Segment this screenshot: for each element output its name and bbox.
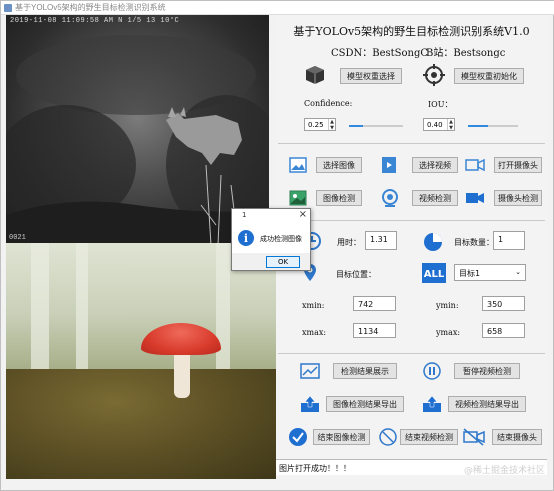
xmin-label: xmin: bbox=[302, 301, 325, 310]
select-image-button[interactable]: 选择图像 bbox=[316, 157, 362, 173]
ymin-label: ymin: bbox=[436, 301, 459, 310]
message-dialog: 1 × i 成功检测图像 OK bbox=[231, 208, 311, 271]
iou-spinbox[interactable]: 0.40 ▲ ▼ bbox=[423, 118, 455, 131]
tree-trunk bbox=[31, 243, 49, 383]
bilibili-info: B站：Bestsongc bbox=[426, 48, 506, 59]
cube-icon bbox=[304, 64, 326, 86]
xmax-label: xmax: bbox=[302, 328, 327, 337]
model-init-button[interactable]: 模型权重初始化 bbox=[454, 68, 524, 84]
time-field[interactable]: 1.31 bbox=[365, 231, 397, 250]
divider bbox=[278, 220, 545, 221]
info-icon: i bbox=[238, 230, 254, 246]
dialog-body: i 成功检测图像 bbox=[232, 223, 310, 253]
dialog-message: 成功检测图像 bbox=[260, 235, 302, 243]
camera-detect-button[interactable]: 摄像头检测 bbox=[494, 190, 542, 206]
end-video-detect-button[interactable]: 结束视频检测 bbox=[400, 429, 458, 445]
iou-slider[interactable] bbox=[468, 125, 518, 127]
end-camera-button[interactable]: 结束摄像头 bbox=[492, 429, 542, 445]
ymax-field[interactable]: 658 bbox=[482, 323, 525, 338]
chevron-down-icon[interactable]: ⌄ bbox=[515, 268, 521, 276]
upload-icon bbox=[300, 395, 320, 413]
all-icon: ALL bbox=[422, 263, 446, 283]
control-panel: 基于YOLOv5架构的野生目标检测识别系统V1.0 CSDN：BestSongC… bbox=[276, 15, 547, 479]
csdn-info: CSDN：BestSongC bbox=[331, 48, 429, 59]
confidence-slider-fill bbox=[349, 125, 363, 127]
time-label: 用时： bbox=[337, 238, 361, 247]
video-camera-icon bbox=[465, 190, 485, 206]
target-position-label: 目标位置： bbox=[336, 270, 376, 279]
status-text: 图片打开成功！！！ bbox=[279, 464, 351, 473]
target-count-field[interactable]: 1 bbox=[493, 231, 525, 250]
detection-image-view: 2019-11-08 11:09:58 AM N 1/5 13 10°C 002… bbox=[6, 15, 269, 243]
target-count-label: 目标数量： bbox=[454, 238, 494, 247]
svg-text:ALL: ALL bbox=[424, 269, 445, 280]
video-detect-button[interactable]: 视频检测 bbox=[412, 190, 458, 206]
window-title: 基于YOLOv5架构的野生目标检测识别系统 bbox=[15, 3, 166, 12]
moss-ground bbox=[6, 369, 276, 479]
spin-arrows-icon[interactable]: ▲ ▼ bbox=[447, 119, 454, 131]
stop-circle-icon bbox=[378, 427, 398, 447]
target-select-value: 目标1 bbox=[459, 269, 481, 278]
export-image-results-button[interactable]: 图像检测结果导出 bbox=[326, 396, 404, 412]
watermark-text: @稀土掘金技术社区 bbox=[463, 466, 545, 476]
tree-trunk bbox=[76, 243, 88, 383]
target-select-dropdown[interactable]: 目标1 ⌄ bbox=[454, 264, 526, 281]
image-icon bbox=[289, 157, 307, 173]
confidence-spinbox[interactable]: 0.25 ▲ ▼ bbox=[304, 118, 336, 131]
spin-arrows-icon[interactable]: ▲ ▼ bbox=[328, 119, 335, 131]
dialog-title-bar[interactable]: 1 × bbox=[232, 209, 310, 223]
select-video-button[interactable]: 选择视频 bbox=[412, 157, 458, 173]
title-bar[interactable]: 基于YOLOv5架构的野生目标检测识别系统 bbox=[1, 1, 554, 15]
check-circle-icon bbox=[288, 427, 308, 447]
confidence-value: 0.25 bbox=[308, 121, 324, 129]
xmax-field[interactable]: 1134 bbox=[353, 323, 396, 338]
show-results-button[interactable]: 检测结果展示 bbox=[333, 363, 397, 379]
iou-slider-fill bbox=[468, 125, 488, 127]
background-photo bbox=[6, 243, 276, 479]
video-file-icon bbox=[380, 156, 398, 174]
iou-value: 0.40 bbox=[427, 121, 443, 129]
open-camera-button[interactable]: 打开摄像头 bbox=[494, 157, 542, 173]
confidence-slider[interactable] bbox=[349, 125, 403, 127]
camera-icon bbox=[465, 157, 485, 173]
iou-label: IOU： bbox=[428, 100, 453, 109]
line-chart-icon bbox=[300, 363, 320, 379]
ymin-field[interactable]: 350 bbox=[482, 296, 525, 311]
tree-trunk bbox=[216, 243, 230, 383]
dialog-title: 1 bbox=[242, 211, 247, 219]
app-icon bbox=[4, 4, 12, 12]
end-image-detect-button[interactable]: 结束图像检测 bbox=[313, 429, 370, 445]
target-icon bbox=[423, 64, 445, 86]
confidence-label: Confidence: bbox=[304, 99, 353, 108]
image-detect-button[interactable]: 图像检测 bbox=[316, 190, 362, 206]
divider bbox=[278, 353, 545, 354]
pause-icon bbox=[422, 361, 442, 381]
camera-frame-id: 0021 bbox=[9, 234, 26, 242]
app-window: 基于YOLOv5架构的野生目标检测识别系统 2019-11-08 11:09:5… bbox=[0, 0, 554, 491]
camera-off-icon bbox=[463, 428, 485, 446]
fox-photo bbox=[6, 35, 269, 243]
ymax-label: ymax: bbox=[436, 328, 461, 337]
divider bbox=[278, 143, 545, 144]
pause-video-button[interactable]: 暂停视频检测 bbox=[454, 363, 520, 379]
xmin-field[interactable]: 742 bbox=[353, 296, 396, 311]
model-select-button[interactable]: 模型权重选择 bbox=[340, 68, 402, 84]
dialog-footer: OK bbox=[232, 253, 310, 270]
pie-chart-icon bbox=[422, 231, 444, 253]
upload-icon bbox=[422, 395, 442, 413]
mushroom-cap bbox=[141, 323, 221, 355]
webcam-icon bbox=[380, 188, 400, 208]
close-icon[interactable]: × bbox=[299, 209, 307, 220]
image-detect-icon bbox=[289, 190, 307, 206]
export-video-results-button[interactable]: 视频检测结果导出 bbox=[448, 396, 526, 412]
ok-button[interactable]: OK bbox=[266, 256, 300, 268]
system-title: 基于YOLOv5架构的野生目标检测识别系统V1.0 bbox=[293, 25, 530, 38]
